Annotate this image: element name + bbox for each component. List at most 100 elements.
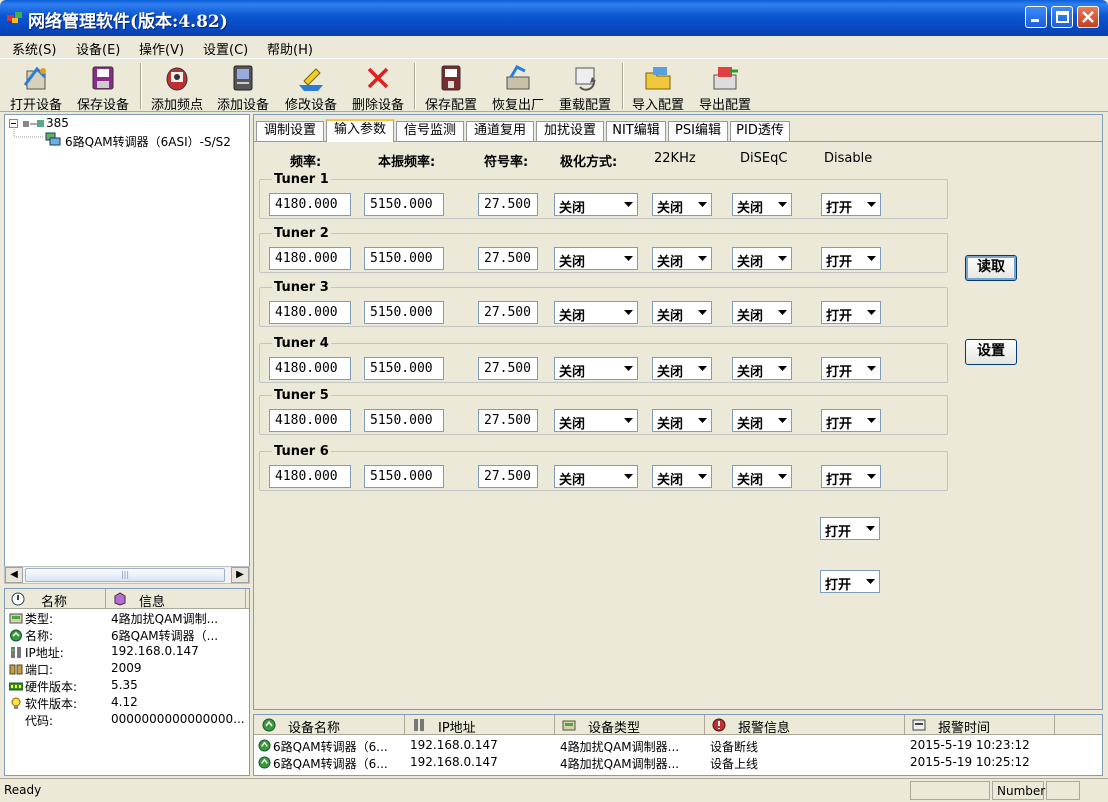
diseqc-select[interactable]: 关闭: [732, 301, 792, 324]
set-button[interactable]: 设置: [965, 339, 1017, 365]
polarization-select[interactable]: 关闭: [554, 465, 638, 488]
disable-select[interactable]: 打开: [821, 409, 881, 432]
22khz-select[interactable]: 关闭: [652, 409, 712, 432]
chevron-down-icon: [693, 411, 710, 430]
alarm-header-message[interactable]: 报警信息: [738, 717, 790, 736]
diseqc-select[interactable]: 关闭: [732, 357, 792, 380]
symbol-rate-input[interactable]: 27.500: [478, 357, 538, 380]
lo-frequency-input[interactable]: 5150.000: [364, 247, 444, 270]
alarm-header-device[interactable]: 设备名称: [288, 717, 340, 736]
scroll-left-button[interactable]: ◀: [5, 567, 23, 583]
export-config-button[interactable]: 导出配置: [692, 61, 758, 113]
tab-input-params[interactable]: 输入参数: [326, 119, 394, 142]
22khz-select[interactable]: 关闭: [652, 301, 712, 324]
diseqc-select[interactable]: 关闭: [732, 409, 792, 432]
reload-config-button[interactable]: 重载配置: [552, 61, 618, 113]
scroll-right-button[interactable]: ▶: [231, 567, 249, 583]
tab-channel-mux[interactable]: 通道复用: [466, 121, 534, 141]
alarm-header-time[interactable]: 报警时间: [938, 717, 990, 736]
lo-frequency-input[interactable]: 5150.000: [364, 465, 444, 488]
alarm-row[interactable]: 6路QAM转调器（6... 192.168.0.147 4路加扰QAM调制器..…: [254, 737, 1102, 754]
port-icon: [9, 664, 23, 675]
tree-device-node[interactable]: 6路QAM转调器（6ASI）-S/S2: [65, 133, 231, 150]
frequency-input[interactable]: 4180.000: [269, 357, 351, 380]
diseqc-select[interactable]: 关闭: [732, 465, 792, 488]
maximize-button[interactable]: [1051, 6, 1073, 28]
status-text: Ready: [4, 783, 42, 797]
disable-select[interactable]: 打开: [821, 193, 881, 216]
info-row-name: 名称: 6路QAM转调器（...: [5, 627, 249, 644]
disable-select[interactable]: 打开: [821, 357, 881, 380]
frequency-input[interactable]: 4180.000: [269, 301, 351, 324]
polarization-select[interactable]: 关闭: [554, 409, 638, 432]
22khz-select[interactable]: 关闭: [652, 193, 712, 216]
add-device-button[interactable]: 添加设备: [211, 61, 275, 113]
info-row-hardware: 硬件版本: 5.35: [5, 678, 249, 695]
extra-disable-select-1[interactable]: 打开: [820, 517, 880, 540]
disable-select[interactable]: 打开: [821, 247, 881, 270]
symbol-rate-input[interactable]: 27.500: [478, 247, 538, 270]
import-config-button[interactable]: 导入配置: [626, 61, 690, 113]
polarization-select[interactable]: 关闭: [554, 301, 638, 324]
lo-frequency-input[interactable]: 5150.000: [364, 357, 444, 380]
save-config-button[interactable]: 保存配置: [418, 61, 484, 113]
save-device-button[interactable]: 保存设备: [70, 61, 136, 113]
22khz-select[interactable]: 关闭: [652, 357, 712, 380]
alarm-row[interactable]: 6路QAM转调器（6... 192.168.0.147 4路加扰QAM调制器..…: [254, 754, 1102, 771]
open-device-button[interactable]: 打开设备: [4, 61, 68, 113]
info-header-name[interactable]: 名称: [41, 591, 67, 610]
scroll-thumb[interactable]: |||: [25, 568, 225, 582]
export-config-icon: [713, 67, 738, 90]
edit-device-button[interactable]: 修改设备: [278, 61, 344, 113]
tab-pid-passthrough[interactable]: PID透传: [730, 121, 790, 141]
info-row-type: 类型: 4路加扰QAM调制...: [5, 610, 249, 627]
menu-operation[interactable]: 操作(V): [139, 39, 184, 58]
time-column-icon: [912, 719, 926, 731]
menu-device[interactable]: 设备(E): [76, 39, 120, 58]
extra-disable-select-2[interactable]: 打开: [820, 570, 880, 593]
tree-horizontal-scrollbar[interactable]: ◀ ||| ▶: [4, 566, 250, 584]
read-button[interactable]: 读取: [965, 255, 1017, 281]
tab-scramble[interactable]: 加扰设置: [536, 121, 604, 141]
lo-frequency-input[interactable]: 5150.000: [364, 301, 444, 324]
lo-frequency-input[interactable]: 5150.000: [364, 193, 444, 216]
tab-psi-edit[interactable]: PSI编辑: [668, 121, 728, 141]
title-bar[interactable]: 网络管理软件(版本:4.82): [0, 0, 1108, 36]
chevron-down-icon: [773, 411, 790, 430]
add-frequency-button[interactable]: 添加频点: [144, 61, 210, 113]
menu-system[interactable]: 系统(S): [12, 39, 56, 58]
alarm-header-type[interactable]: 设备类型: [588, 717, 640, 736]
delete-device-button[interactable]: 删除设备: [345, 61, 411, 113]
alarm-header-ip[interactable]: IP地址: [438, 717, 476, 736]
frequency-input[interactable]: 4180.000: [269, 465, 351, 488]
factory-reset-button[interactable]: 恢复出厂: [486, 61, 550, 113]
chevron-down-icon: [773, 195, 790, 214]
info-header-info[interactable]: 信息: [139, 591, 165, 610]
minimize-button[interactable]: [1025, 6, 1047, 28]
disable-select[interactable]: 打开: [821, 301, 881, 324]
frequency-input[interactable]: 4180.000: [269, 193, 351, 216]
disable-select[interactable]: 打开: [821, 465, 881, 488]
tab-nit-edit[interactable]: NIT编辑: [606, 121, 666, 141]
tab-modulation[interactable]: 调制设置: [256, 121, 324, 141]
polarization-select[interactable]: 关闭: [554, 247, 638, 270]
symbol-rate-input[interactable]: 27.500: [478, 301, 538, 324]
polarization-select[interactable]: 关闭: [554, 357, 638, 380]
symbol-rate-input[interactable]: 27.500: [478, 193, 538, 216]
chevron-down-icon: [619, 359, 636, 378]
frequency-input[interactable]: 4180.000: [269, 247, 351, 270]
frequency-input[interactable]: 4180.000: [269, 409, 351, 432]
22khz-select[interactable]: 关闭: [652, 465, 712, 488]
symbol-rate-input[interactable]: 27.500: [478, 409, 538, 432]
symbol-rate-input[interactable]: 27.500: [478, 465, 538, 488]
diseqc-select[interactable]: 关闭: [732, 193, 792, 216]
lo-frequency-input[interactable]: 5150.000: [364, 409, 444, 432]
close-button[interactable]: [1077, 6, 1099, 28]
menu-help[interactable]: 帮助(H): [267, 39, 313, 58]
tab-signal-monitor[interactable]: 信号监测: [396, 121, 464, 141]
polarization-select[interactable]: 关闭: [554, 193, 638, 216]
22khz-select[interactable]: 关闭: [652, 247, 712, 270]
tree-root[interactable]: 385: [46, 116, 69, 130]
diseqc-select[interactable]: 关闭: [732, 247, 792, 270]
menu-settings[interactable]: 设置(C): [203, 39, 248, 58]
